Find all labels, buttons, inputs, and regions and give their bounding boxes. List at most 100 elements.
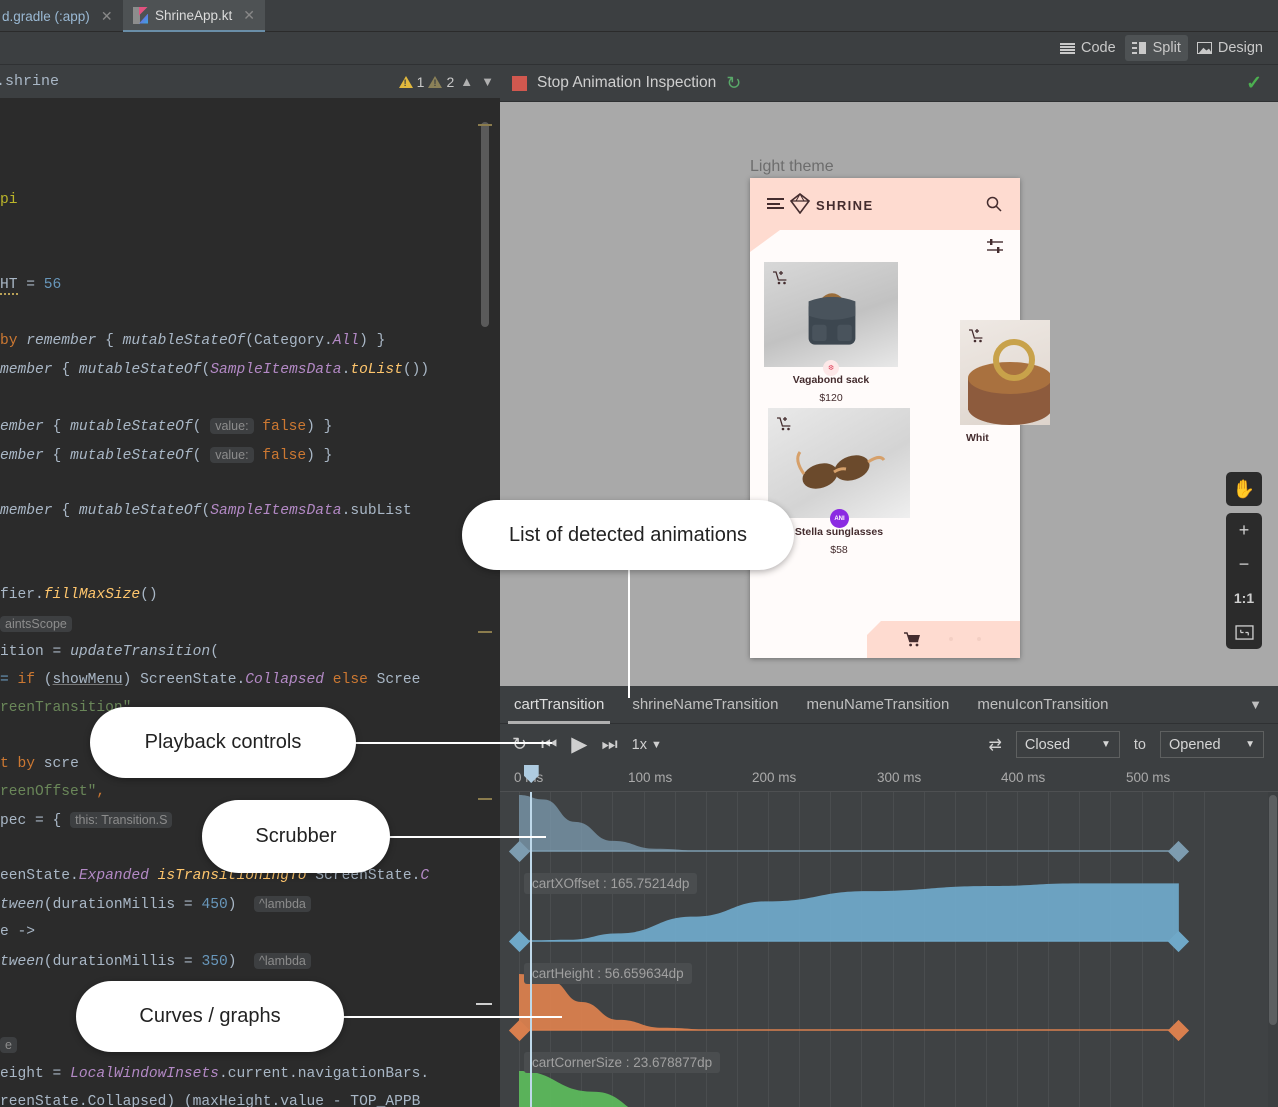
filter-tune-icon[interactable] (986, 238, 1004, 254)
weak-warning-triangle-icon (428, 76, 442, 88)
code-editor[interactable]: pi HT = 56 by remember { mutableStateOf(Ca… (0, 98, 500, 1107)
swap-states-icon[interactable]: ⇄ (989, 735, 1002, 755)
tab-shrinenametransition[interactable]: shrineNameTransition (618, 686, 792, 724)
to-state-value: Opened (1169, 737, 1221, 753)
view-mode-label: Design (1218, 40, 1263, 56)
design-image-icon (1197, 42, 1212, 54)
chevron-down-icon[interactable]: ▼ (479, 74, 496, 89)
preview-pane[interactable]: Light theme SHRINE (500, 102, 1278, 686)
file-tab-gradle[interactable]: d.gradle (:app) ✕ (0, 0, 123, 32)
add-to-cart-icon[interactable] (776, 416, 792, 431)
curve-track[interactable]: cartXOffset : 165.75214dp cartHeight : 56… (500, 792, 1268, 1107)
shopping-cart-icon[interactable] (903, 631, 921, 647)
refresh-icon[interactable]: ↻ (726, 73, 741, 94)
speed-value: 1x (632, 737, 647, 753)
callout-text: Scrubber (255, 825, 336, 848)
code-line: tween(durationMillis = 350) ^lambda (0, 947, 311, 977)
product-name: Whit (960, 432, 1050, 444)
view-mode-label: Code (1081, 40, 1116, 56)
code-line: pi (0, 186, 18, 215)
code-line: HT = 56 (0, 271, 61, 300)
editor-marker (478, 124, 492, 126)
file-tab-label: ShrineApp.kt (155, 8, 232, 23)
animation-timeline[interactable]: 0 ms 100 ms 200 ms 300 ms 400 ms 500 ms … (500, 765, 1278, 1107)
callout-text: Curves / graphs (139, 1005, 280, 1028)
animation-tab-bar: cartTransition shrineNameTransition menu… (500, 686, 1278, 724)
timeline-ruler[interactable]: 0 ms 100 ms 200 ms 300 ms 400 ms 500 ms (500, 765, 1278, 792)
from-state-select[interactable]: Closed ▼ (1016, 731, 1120, 758)
tab-menunametransition[interactable]: menuNameTransition (792, 686, 963, 724)
curve-value-label: cartCornerSize : 23.678877dp (524, 1052, 720, 1073)
view-mode-split[interactable]: Split (1125, 35, 1188, 61)
code-line: ember { mutableStateOf( value: false) } (0, 441, 332, 471)
stop-animation-inspection-button[interactable]: Stop Animation Inspection (537, 74, 716, 92)
view-mode-code[interactable]: Code (1053, 35, 1123, 61)
skip-to-end-icon[interactable]: ⏭ (601, 734, 617, 755)
play-icon[interactable]: ▶ (571, 732, 587, 757)
fit-screen-icon[interactable] (1226, 615, 1262, 649)
view-mode-design[interactable]: Design (1190, 35, 1270, 61)
kotlin-file-icon (133, 7, 148, 24)
warning-triangle-icon (399, 76, 413, 88)
chevron-up-icon[interactable]: ▲ (458, 74, 475, 89)
tab-menuicontransition[interactable]: menuIconTransition (963, 686, 1122, 724)
to-state-select[interactable]: Opened ▼ (1160, 731, 1264, 758)
tick-label: 500 ms (1126, 770, 1170, 785)
hamburger-menu-icon[interactable] (767, 198, 784, 209)
pan-hand-icon[interactable]: ✋ (1226, 472, 1262, 506)
timeline-scrollbar[interactable] (1269, 795, 1277, 1025)
file-tab-label: d.gradle (:app) (2, 9, 90, 24)
callout-list-of-detected-animations: List of detected animations (462, 500, 794, 570)
product-name: Vagabond sack (764, 374, 898, 386)
view-mode-label: Split (1153, 40, 1181, 56)
device-preview-frame[interactable]: SHRINE (750, 178, 1020, 658)
code-line: by remember { mutableStateOf(Category.Al… (0, 327, 385, 356)
add-to-cart-icon[interactable] (968, 328, 984, 343)
code-line: fier.fillMaxSize() (0, 581, 158, 610)
code-line: reenOffset", (0, 778, 105, 807)
breadcrumb[interactable]: .shrine (0, 73, 59, 90)
zoom-in-icon[interactable]: + (1226, 513, 1262, 547)
cart-bottom-bar[interactable] (867, 621, 1020, 658)
chevron-down-icon[interactable]: ▼ (1233, 697, 1278, 712)
playback-speed-selector[interactable]: 1x ▼ (632, 737, 662, 753)
editor-caret-marker (476, 1003, 492, 1005)
code-line: e (0, 1031, 17, 1061)
code-line: member { mutableStateOf(SampleItemsData.… (0, 356, 429, 385)
red-square-stop-icon[interactable] (512, 76, 527, 91)
loop-icon[interactable]: ↻ (512, 734, 527, 755)
chevron-down-icon: ▼ (651, 739, 662, 751)
close-icon[interactable]: ✕ (243, 7, 255, 24)
code-line: t by scre (0, 750, 79, 779)
tab-label: cartTransition (514, 696, 604, 713)
scrubber-line[interactable] (530, 792, 532, 1107)
warning-count: 1 (417, 74, 425, 90)
actual-size-button[interactable]: 1:1 (1226, 581, 1262, 615)
code-line: ition = updateTransition( (0, 638, 219, 667)
curve-value-label: cartHeight : 56.659634dp (524, 963, 692, 984)
curve-area-cartXOffset (519, 795, 1179, 851)
skip-to-start-icon[interactable]: ⏮ (541, 734, 557, 755)
green-check-icon: ✓ (1246, 72, 1262, 95)
curve-value-label: cartXOffset : 165.75214dp (524, 873, 697, 894)
code-line: e -> (0, 918, 35, 947)
tab-carttransition[interactable]: cartTransition (500, 686, 618, 724)
callout-leader-line (342, 1016, 562, 1018)
breadcrumb-row: .shrine 1 2 ▲ ▼ (0, 65, 500, 98)
code-line: aintsScope (0, 610, 72, 640)
callout-leader-line (388, 836, 546, 838)
zoom-out-icon[interactable]: − (1226, 547, 1262, 581)
callout-playback-controls: Playback controls (90, 707, 356, 778)
tab-label: shrineNameTransition (632, 696, 778, 713)
tick-label: 300 ms (877, 770, 921, 785)
product-price: $120 (764, 392, 898, 404)
inspection-widget[interactable]: 1 2 ▲ ▼ (399, 65, 496, 98)
search-icon[interactable] (986, 196, 1002, 212)
callout-text: Playback controls (145, 731, 302, 754)
add-to-cart-icon[interactable] (772, 270, 788, 285)
editor-scrollbar[interactable] (481, 122, 489, 327)
chevron-down-icon: ▼ (1245, 739, 1255, 750)
file-tab-shrineapp[interactable]: ShrineApp.kt ✕ (123, 0, 265, 32)
close-icon[interactable]: ✕ (101, 8, 113, 25)
preview-toolbar: Stop Animation Inspection ↻ ✓ (500, 65, 1278, 102)
